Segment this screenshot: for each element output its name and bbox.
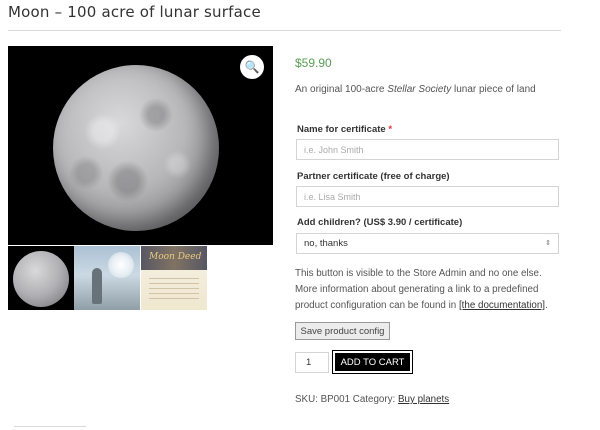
bottom-tab-edge <box>14 426 86 430</box>
add-children-selected-value: no, thanks <box>304 238 348 249</box>
partner-certificate-input[interactable] <box>296 186 559 207</box>
person-silhouette-image <box>92 268 102 304</box>
select-arrows-icon: ⇕ <box>545 240 551 247</box>
product-price: $59.90 <box>295 56 332 70</box>
admin-note-suffix: . <box>545 300 548 311</box>
title-divider <box>8 30 561 31</box>
gallery-thumbnail-moon[interactable] <box>8 246 74 310</box>
admin-note: This button is visible to the Store Admi… <box>295 266 565 314</box>
category-label: Category: <box>352 394 396 405</box>
magnifier-icon: 🔍 <box>244 60 260 74</box>
zoom-button[interactable]: 🔍 <box>240 55 264 79</box>
name-label-text: Name for certificate <box>297 124 386 135</box>
deed-text-lines <box>149 278 199 302</box>
partner-certificate-label: Partner certificate (free of charge) <box>297 171 450 182</box>
product-description: An original 100-acre Stellar Society lun… <box>295 84 536 95</box>
deed-title-text: Moon Deed <box>149 252 202 262</box>
quantity-input[interactable] <box>295 352 329 373</box>
moon-thumbnail-image <box>13 251 69 307</box>
sku-value: BP001 <box>320 394 351 405</box>
add-children-label: Add children? (US$ 3.90 / certificate) <box>297 217 463 228</box>
description-suffix: lunar piece of land <box>451 84 536 95</box>
add-to-cart-button[interactable]: ADD TO CART <box>332 350 413 374</box>
gallery-thumbnail-deed[interactable]: Moon Deed <box>141 246 207 310</box>
add-children-select[interactable]: no, thanks ⇕ <box>296 233 559 254</box>
description-prefix: An original 100-acre <box>295 84 388 95</box>
name-certificate-input[interactable] <box>296 139 559 160</box>
category-link[interactable]: Buy planets <box>398 394 449 405</box>
product-meta: SKU: BP001 Category: Buy planets <box>295 394 449 405</box>
name-certificate-label: Name for certificate * <box>297 124 392 135</box>
required-mark: * <box>388 124 393 135</box>
page-title: Moon – 100 acre of lunar surface <box>8 3 261 21</box>
moon-image <box>53 65 219 231</box>
description-brand: Stellar Society <box>387 84 452 95</box>
gallery-thumbnail-person[interactable] <box>74 246 140 310</box>
product-main-image[interactable]: 🔍 <box>8 46 273 245</box>
sku-label: SKU: <box>295 394 318 405</box>
documentation-link[interactable]: [the documentation] <box>459 300 545 311</box>
save-product-config-button[interactable]: Save product config <box>295 322 390 340</box>
moon-glow-image <box>108 252 134 278</box>
